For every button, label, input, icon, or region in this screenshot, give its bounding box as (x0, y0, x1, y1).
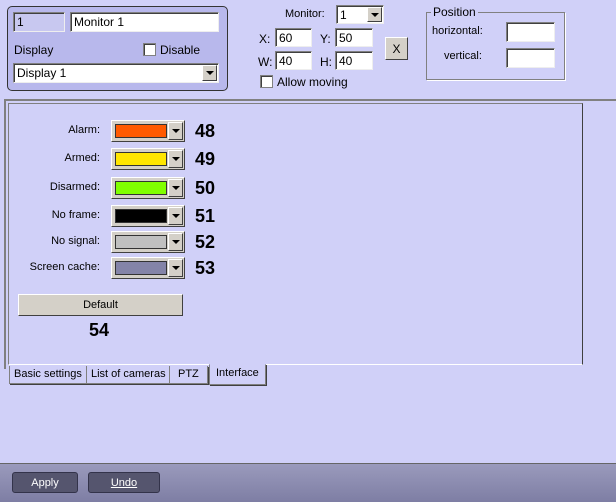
color-swatch (115, 152, 167, 166)
monitor-id-field[interactable]: 1 (13, 12, 65, 32)
clear-geometry-button[interactable]: X (385, 37, 408, 60)
h-input[interactable]: 40 (335, 51, 373, 70)
default-callout-number: 54 (89, 320, 110, 340)
apply-button[interactable]: Apply (12, 472, 78, 493)
chevron-down-icon[interactable] (367, 7, 382, 22)
color-swatch (115, 124, 167, 138)
undo-button[interactable]: Undo (88, 472, 160, 493)
horizontal-input[interactable] (506, 22, 555, 42)
callout-number: 52 (195, 232, 216, 252)
y-input[interactable]: 50 (335, 28, 373, 47)
color-label: No signal: (51, 235, 100, 247)
display-label: Display (14, 43, 54, 57)
chevron-down-icon[interactable] (168, 150, 183, 168)
color-label: Alarm: (68, 124, 100, 136)
vertical-label: vertical: (444, 50, 482, 62)
tab-ptz[interactable]: PTZ (169, 366, 208, 384)
color-label: Screen cache: (29, 261, 100, 273)
chevron-down-icon[interactable] (168, 122, 183, 140)
display-select[interactable]: Display 1 (13, 63, 219, 83)
color-swatch (115, 181, 167, 195)
default-button[interactable]: Default (18, 294, 183, 316)
color-label: No frame: (51, 209, 100, 221)
monitor-label: Monitor: (285, 8, 325, 20)
allow-moving-checkbox[interactable] (260, 75, 273, 88)
vertical-input[interactable] (506, 48, 555, 68)
color-label: Disarmed: (49, 181, 100, 193)
y-label: Y: (320, 32, 331, 46)
color-picker[interactable] (111, 231, 185, 253)
tab-list-of-cameras[interactable]: List of cameras (86, 366, 171, 384)
display-select-value: Display 1 (17, 66, 67, 80)
chevron-down-icon[interactable] (168, 259, 183, 277)
color-swatch (115, 235, 167, 249)
callout-number: 49 (195, 149, 216, 169)
x-label: X: (259, 32, 271, 46)
chevron-down-icon[interactable] (168, 233, 183, 251)
callout-number: 50 (195, 178, 216, 198)
color-picker[interactable] (111, 148, 185, 170)
callout-number: 51 (195, 206, 216, 226)
x-input[interactable]: 60 (275, 28, 312, 47)
color-picker[interactable] (111, 177, 185, 199)
color-picker[interactable] (111, 205, 185, 227)
disable-label: Disable (160, 43, 201, 57)
color-picker[interactable] (111, 257, 185, 279)
color-label: Armed: (64, 152, 100, 164)
w-input[interactable]: 40 (275, 51, 312, 70)
position-title: Position (431, 5, 478, 19)
disable-checkbox[interactable] (143, 43, 156, 56)
horizontal-label: horizontal: (432, 25, 483, 37)
color-picker[interactable] (111, 120, 185, 142)
monitor-name-input[interactable]: Monitor 1 (70, 12, 219, 32)
callout-number: 48 (195, 121, 216, 141)
monitor-select-value: 1 (340, 8, 347, 22)
chevron-down-icon[interactable] (168, 207, 183, 225)
callout-number: 53 (195, 258, 216, 278)
color-swatch (115, 209, 167, 223)
color-swatch (115, 261, 167, 275)
h-label: H: (320, 55, 332, 69)
tab-basic-settings[interactable]: Basic settings (9, 366, 87, 384)
allow-moving-label: Allow moving (277, 75, 348, 89)
tab-interface[interactable]: Interface (209, 364, 266, 385)
w-label: W: (258, 55, 273, 69)
chevron-down-icon[interactable] (168, 179, 183, 197)
chevron-down-icon[interactable] (202, 65, 217, 81)
